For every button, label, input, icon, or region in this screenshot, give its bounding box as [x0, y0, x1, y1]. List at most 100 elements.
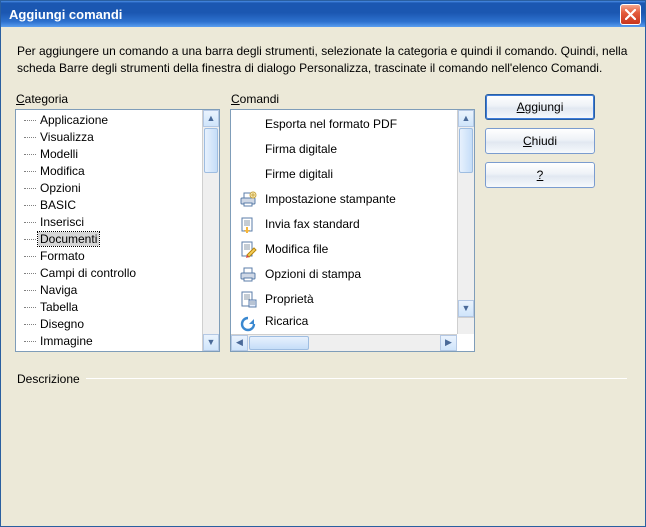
- fax-send-icon: [237, 214, 259, 234]
- scroll-up-button[interactable]: ▲: [458, 110, 474, 127]
- scroll-thumb[interactable]: [459, 128, 473, 173]
- comando-item[interactable]: Esporta nel formato PDF: [233, 112, 457, 137]
- categoria-item-label: Documenti: [38, 232, 99, 246]
- categoria-item-label: Visualizza: [38, 130, 96, 144]
- scroll-track[interactable]: [458, 174, 474, 300]
- close-button[interactable]: [620, 4, 641, 25]
- scroll-track[interactable]: [310, 335, 440, 351]
- categoria-item[interactable]: Modifica: [18, 163, 202, 180]
- horizontal-scrollbar[interactable]: ◀ ▶: [231, 334, 457, 351]
- columns: Categoria ApplicazioneVisualizzaModelliM…: [15, 92, 631, 352]
- categoria-item[interactable]: Applicazione: [18, 112, 202, 129]
- tree-connector-icon: [24, 341, 36, 342]
- reload-icon: [237, 314, 259, 332]
- categoria-item[interactable]: Opzioni: [18, 180, 202, 197]
- categoria-item-label: Campi di controllo: [38, 266, 138, 280]
- categoria-item-label: BASIC: [38, 198, 78, 212]
- comando-item-label: Opzioni di stampa: [259, 267, 361, 281]
- print-options-icon: [237, 264, 259, 284]
- scroll-down-button[interactable]: ▼: [203, 334, 219, 351]
- categoria-item[interactable]: Tabella: [18, 299, 202, 316]
- categoria-item-label: Disegno: [38, 317, 86, 331]
- categoria-item[interactable]: Modelli: [18, 146, 202, 163]
- window-title: Aggiungi comandi: [9, 7, 122, 22]
- comando-item-label: Modifica file: [259, 242, 328, 256]
- scroll-thumb[interactable]: [204, 128, 218, 173]
- help-button[interactable]: ?: [485, 162, 595, 188]
- tree-connector-icon: [24, 324, 36, 325]
- comando-item[interactable]: Ricarica: [233, 312, 457, 332]
- categoria-item-label: Inserisci: [38, 215, 86, 229]
- comando-item[interactable]: Proprietà: [233, 287, 457, 312]
- properties-icon: [237, 289, 259, 309]
- categoria-column: Categoria ApplicazioneVisualizzaModelliM…: [15, 92, 220, 352]
- categoria-item[interactable]: Disegno: [18, 316, 202, 333]
- tree-connector-icon: [24, 154, 36, 155]
- categoria-item-label: Opzioni: [38, 181, 83, 195]
- tree-connector-icon: [24, 307, 36, 308]
- scroll-corner: [457, 317, 474, 334]
- comando-item-label: Impostazione stampante: [259, 192, 396, 206]
- categoria-listbox[interactable]: ApplicazioneVisualizza Modelli ModificaOpz…: [15, 109, 220, 352]
- comando-item-label: Ricarica: [259, 314, 308, 328]
- dialog-window: Aggiungi comandi Per aggiungere un coman…: [0, 0, 646, 527]
- comandi-label: Comandi: [230, 92, 475, 109]
- comando-item-label: Proprietà: [259, 292, 314, 306]
- comandi-listbox[interactable]: Esporta nel formato PDF Firma digitale Fir…: [230, 109, 475, 352]
- instructions-text: Per aggiungere un comando a una barra de…: [15, 39, 631, 86]
- categoria-item-label: Modelli: [38, 147, 80, 161]
- tree-connector-icon: [24, 120, 36, 121]
- categoria-item-label: Formato: [38, 249, 87, 263]
- tree-connector-icon: [24, 137, 36, 138]
- tree-connector-icon: [24, 171, 36, 172]
- scroll-up-button[interactable]: ▲: [203, 110, 219, 127]
- comando-item[interactable]: Firme digitali: [233, 162, 457, 187]
- comando-item-label: Firme digitali: [259, 167, 333, 181]
- edit-file-icon: [237, 239, 259, 259]
- categoria-item-label: Naviga: [38, 283, 79, 297]
- tree-connector-icon: [24, 290, 36, 291]
- dialog-content: Per aggiungere un comando a una barra de…: [1, 27, 645, 526]
- comando-item[interactable]: Opzioni di stampa: [233, 262, 457, 287]
- comando-item-label: Firma digitale: [259, 142, 337, 156]
- categoria-item[interactable]: Visualizza: [18, 129, 202, 146]
- comandi-column: Comandi Esporta nel formato PDF Firma dig…: [230, 92, 475, 352]
- comando-item[interactable]: Modifica file: [233, 237, 457, 262]
- comando-item[interactable]: Firma digitale: [233, 137, 457, 162]
- tree-connector-icon: [24, 273, 36, 274]
- categoria-item[interactable]: Naviga: [18, 282, 202, 299]
- scroll-track[interactable]: [203, 174, 219, 334]
- categoria-item[interactable]: Campi di controllo: [18, 265, 202, 282]
- descrizione-section: Descrizione: [15, 372, 631, 476]
- tree-connector-icon: [24, 188, 36, 189]
- categoria-item[interactable]: Inserisci: [18, 214, 202, 231]
- categoria-item[interactable]: Documenti: [18, 231, 202, 248]
- categoria-item[interactable]: Formato: [18, 248, 202, 265]
- descrizione-label: Descrizione: [17, 372, 80, 386]
- comando-item-label: Esporta nel formato PDF: [259, 117, 397, 131]
- comandi-list: Esporta nel formato PDF Firma digitale Fir…: [233, 112, 457, 334]
- separator-line: [86, 378, 627, 379]
- tree-connector-icon: [24, 222, 36, 223]
- comando-item[interactable]: Impostazione stampante: [233, 187, 457, 212]
- scroll-right-button[interactable]: ▶: [440, 335, 457, 351]
- categoria-item[interactable]: BASIC: [18, 197, 202, 214]
- vertical-scrollbar[interactable]: ▲ ▼: [202, 110, 219, 351]
- scroll-thumb[interactable]: [249, 336, 309, 350]
- aggiungi-button[interactable]: Aggiungi: [485, 94, 595, 120]
- comando-item[interactable]: Invia fax standard: [233, 212, 457, 237]
- chiudi-button[interactable]: Chiudi: [485, 128, 595, 154]
- vertical-scrollbar[interactable]: ▲ ▼: [457, 110, 474, 317]
- categoria-item-label: Immagine: [38, 334, 95, 348]
- titlebar[interactable]: Aggiungi comandi: [1, 1, 645, 27]
- printer-settings-icon: [237, 189, 259, 209]
- close-icon: [625, 9, 636, 20]
- scroll-down-button[interactable]: ▼: [458, 300, 474, 317]
- categoria-item[interactable]: Immagine: [18, 333, 202, 349]
- tree-connector-icon: [24, 205, 36, 206]
- tree-connector-icon: [24, 239, 36, 240]
- tree-connector-icon: [24, 256, 36, 257]
- scroll-left-button[interactable]: ◀: [231, 335, 248, 351]
- descrizione-body: [15, 386, 631, 476]
- comando-item-label: Invia fax standard: [259, 217, 360, 231]
